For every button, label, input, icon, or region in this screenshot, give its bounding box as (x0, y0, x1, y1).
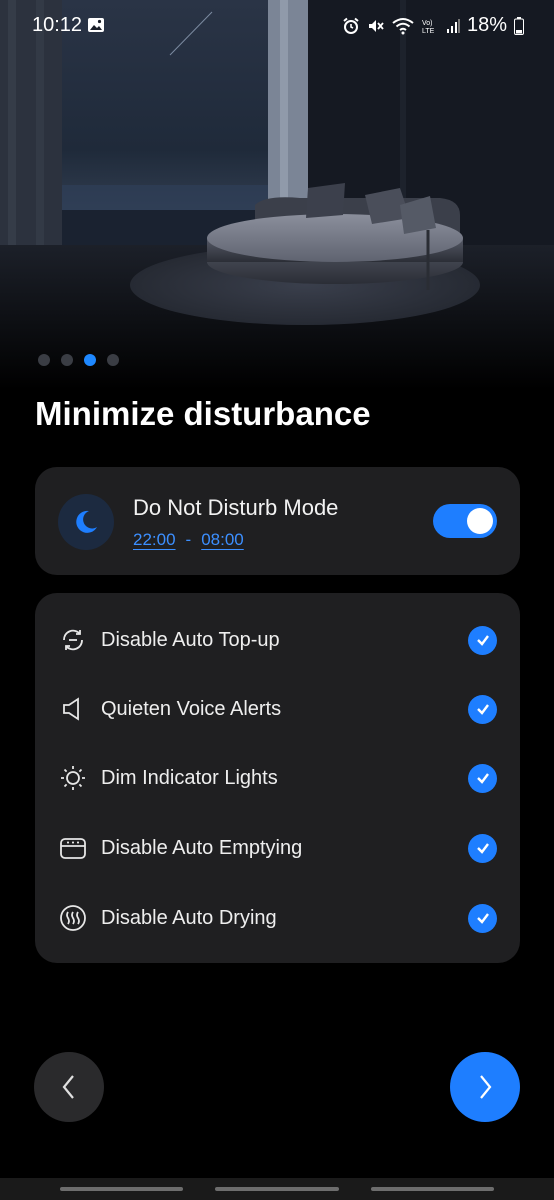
next-button[interactable] (450, 1052, 520, 1122)
options-card: Disable Auto Top-up Quieten Voice Alerts… (35, 593, 520, 963)
dnd-toggle[interactable] (433, 504, 497, 538)
status-icons: Vo) LTE 18% (342, 14, 524, 37)
option-label: Dim Indicator Lights (101, 766, 278, 789)
volte-icon: Vo) LTE (422, 20, 435, 35)
status-bar: 10:12 Vo) LTE 18% (0, 0, 554, 54)
option-label: Disable Auto Emptying (101, 836, 303, 859)
battery-icon (514, 16, 524, 35)
option-row-auto-topup[interactable]: Disable Auto Top-up (35, 611, 520, 669)
dnd-end-time[interactable]: 08:00 (201, 530, 244, 550)
checkbox-checked[interactable] (468, 694, 497, 724)
dnd-time-separator: - (185, 530, 192, 549)
wifi-icon (392, 17, 414, 34)
chevron-left-icon (62, 1075, 74, 1099)
heat-icon (59, 904, 87, 932)
chevron-right-icon (480, 1075, 492, 1099)
dnd-title: Do Not Disturb Mode (133, 495, 339, 520)
gallery-icon (88, 18, 104, 32)
checkbox-checked[interactable] (468, 833, 497, 863)
page-indicator (38, 354, 119, 366)
option-row-auto-drying[interactable]: Disable Auto Drying (35, 889, 520, 947)
option-row-voice-alerts[interactable]: Quieten Voice Alerts (35, 680, 520, 738)
status-time: 10:12 (32, 14, 83, 36)
dnd-start-time[interactable]: 22:00 (133, 530, 176, 550)
checkbox-checked[interactable] (468, 625, 497, 655)
checkbox-checked[interactable] (468, 763, 497, 793)
page-title: Minimize disturbance (35, 395, 371, 432)
moon-icon (58, 494, 114, 550)
nav-recents[interactable] (60, 1187, 183, 1191)
option-label: Disable Auto Drying (101, 906, 277, 929)
page-dot-active (84, 354, 96, 366)
system-nav-bar (0, 1178, 554, 1200)
page-dot (107, 354, 119, 366)
option-row-auto-emptying[interactable]: Disable Auto Emptying (35, 819, 520, 877)
signal-icon (446, 18, 460, 33)
svg-text:Vo): Vo) (422, 20, 433, 27)
alarm-icon (343, 17, 359, 34)
speaker-icon (59, 695, 87, 723)
nav-back[interactable] (371, 1187, 494, 1191)
page-dot (38, 354, 50, 366)
mute-icon (368, 19, 384, 32)
hero-image (0, 0, 554, 390)
dnd-card: Do Not Disturb Mode 22:00 - 08:00 (35, 467, 520, 575)
checkbox-checked[interactable] (468, 903, 497, 933)
option-label: Quieten Voice Alerts (101, 697, 282, 720)
previous-button[interactable] (34, 1052, 104, 1122)
page-dot (61, 354, 73, 366)
svg-text:LTE: LTE (422, 28, 435, 35)
dustbin-icon (59, 834, 87, 862)
toggle-knob (467, 508, 493, 534)
option-row-indicator-lights[interactable]: Dim Indicator Lights (35, 749, 520, 807)
auto-topup-icon (59, 626, 87, 654)
nav-home[interactable] (215, 1187, 339, 1191)
battery-percent: 18% (466, 14, 507, 36)
option-label: Disable Auto Top-up (101, 628, 280, 651)
sun-icon (59, 764, 87, 792)
dnd-schedule: 22:00 - 08:00 (133, 530, 244, 550)
